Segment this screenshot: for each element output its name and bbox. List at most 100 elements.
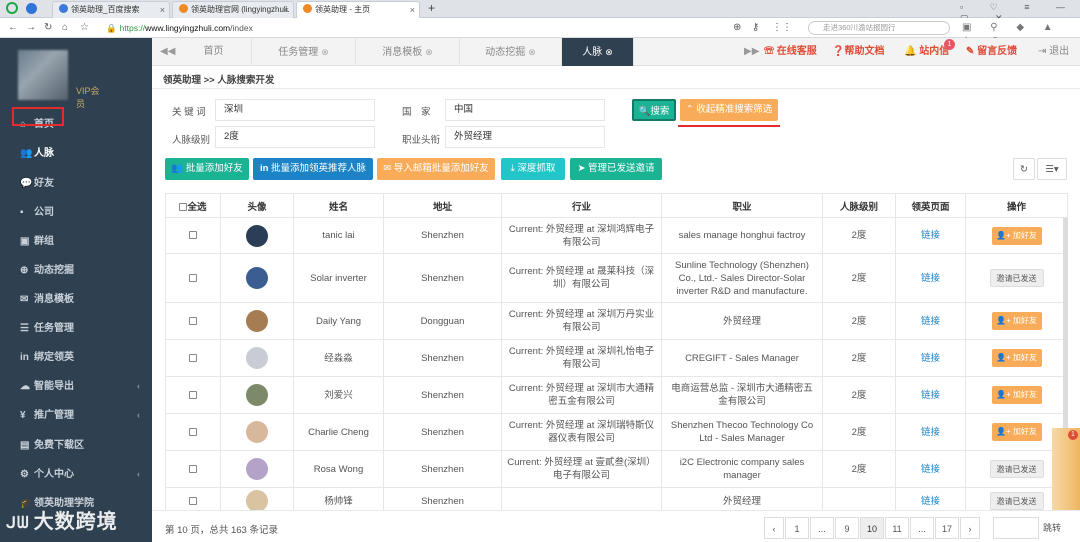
tab-connections[interactable]: 人脉 ⊗: [562, 38, 634, 66]
zoom-icon[interactable]: ⊕: [733, 21, 741, 35]
sidebar-item-12[interactable]: ⚙ 个人中心 ‹: [0, 460, 152, 489]
header-actions[interactable]: 操作: [965, 193, 1068, 218]
sidebar-item-3[interactable]: ▪ 公司: [0, 198, 152, 227]
close-icon[interactable]: ×: [284, 2, 289, 18]
linkedin-link[interactable]: 链接: [895, 253, 966, 303]
header-avatar[interactable]: 头像: [220, 193, 294, 218]
close-icon[interactable]: ⊗: [605, 38, 613, 66]
browser-logo-icon[interactable]: [6, 2, 18, 14]
tab-message-templates[interactable]: 消息模板 ⊗: [356, 38, 460, 66]
key-icon[interactable]: ⚷: [752, 21, 759, 35]
refresh-button[interactable]: ↻: [1013, 158, 1035, 180]
import-email-button[interactable]: ✉ 导入邮箱批量添加好友: [377, 158, 495, 180]
invite-sent-button[interactable]: 邀请已发送: [989, 269, 1044, 287]
header-address[interactable]: 地址: [383, 193, 502, 218]
page-button[interactable]: ...: [910, 517, 934, 539]
feedback-link[interactable]: ✎ 留言反馈: [966, 38, 1017, 66]
star-icon[interactable]: ☆: [80, 21, 89, 35]
online-service-link[interactable]: ☏ 在线客服: [764, 38, 817, 66]
avatar[interactable]: [246, 384, 268, 406]
row-checkbox[interactable]: [189, 231, 197, 240]
avatar[interactable]: [18, 50, 68, 100]
tab-home[interactable]: 首页: [176, 38, 252, 66]
tab-activity-mining[interactable]: 动态挖掘 ⊗: [460, 38, 562, 66]
browser-tab-1[interactable]: 领英助理_百度搜索 ×: [52, 1, 170, 18]
row-checkbox[interactable]: [189, 316, 197, 325]
add-friend-button[interactable]: 👤+ 加好友: [991, 226, 1042, 245]
invite-sent-button[interactable]: 邀请已发送: [989, 492, 1044, 510]
sidebar-item-9[interactable]: ☁ 智能导出 ‹: [0, 372, 152, 401]
sidebar-item-11[interactable]: ▤ 免费下载区: [0, 431, 152, 460]
forward-icon[interactable]: →: [26, 21, 36, 35]
batch-recommend-button[interactable]: in 批量添加领英推荐人脉: [253, 158, 373, 180]
page-button[interactable]: 11: [885, 517, 909, 539]
logout-link[interactable]: ⇥ 退出: [1038, 38, 1069, 66]
tab-task-management[interactable]: 任务管理 ⊗: [252, 38, 356, 66]
invite-sent-button[interactable]: 邀请已发送: [989, 460, 1044, 478]
close-icon[interactable]: ×: [410, 2, 415, 18]
floating-service-widget[interactable]: [1052, 428, 1080, 510]
search-button[interactable]: 🔍搜索: [632, 99, 676, 121]
level-input[interactable]: 2度: [215, 126, 375, 148]
page-button[interactable]: 9: [835, 517, 859, 539]
reload-icon[interactable]: ↻: [44, 21, 52, 35]
row-checkbox[interactable]: [189, 496, 197, 505]
close-icon[interactable]: ⊗: [321, 38, 329, 66]
browser-search-input[interactable]: 走进360川渝站报园行: [808, 21, 950, 35]
select-all-header[interactable]: 全选: [165, 193, 221, 218]
page-button[interactable]: ...: [810, 517, 834, 539]
linkedin-link[interactable]: 链接: [895, 413, 966, 451]
avatar[interactable]: [246, 310, 268, 332]
sidebar-item-1[interactable]: 👥 人脉: [0, 139, 152, 168]
page-button[interactable]: ‹: [764, 517, 784, 539]
sidebar-item-2[interactable]: 💬 好友: [0, 169, 152, 198]
add-friend-button[interactable]: 👤+ 加好友: [991, 423, 1042, 441]
sidebar-item-5[interactable]: ⊕ 动态挖掘: [0, 256, 152, 285]
row-checkbox[interactable]: [189, 390, 197, 399]
columns-toggle-button[interactable]: ☰▾: [1037, 158, 1067, 180]
linkedin-link[interactable]: 链接: [895, 302, 966, 340]
sidebar-item-8[interactable]: in 绑定领英: [0, 343, 152, 372]
close-icon[interactable]: ⊗: [425, 38, 433, 66]
header-level[interactable]: 人脉级别: [822, 193, 896, 218]
avatar[interactable]: [246, 224, 268, 247]
home-browser-icon[interactable]: ⌂: [62, 21, 68, 35]
add-friend-button[interactable]: 👤+ 加好友: [991, 312, 1042, 330]
page-button[interactable]: 17: [935, 517, 959, 539]
title-input[interactable]: 外贸经理: [445, 126, 605, 148]
header-linkedin-page[interactable]: 领英页面: [895, 193, 966, 218]
avatar[interactable]: [246, 490, 268, 512]
avatar[interactable]: [246, 421, 268, 443]
sidebar-item-10[interactable]: ¥ 推广管理 ‹: [0, 401, 152, 430]
back-icon[interactable]: ←: [8, 21, 18, 35]
keyword-input[interactable]: 深圳: [215, 99, 375, 121]
page-button[interactable]: ›: [960, 517, 980, 539]
tabs-next-icon[interactable]: ▶▶: [744, 46, 759, 57]
close-icon[interactable]: ×: [160, 2, 165, 18]
new-tab-button[interactable]: +: [428, 1, 435, 15]
collapse-filter-button[interactable]: ⌃ 收起精准搜索筛选: [680, 99, 778, 121]
help-docs-link[interactable]: ❓帮助文档: [832, 38, 884, 66]
row-checkbox[interactable]: [189, 464, 197, 473]
browser-tab-2[interactable]: 领英助理官网 (lingyingzhuli. ×: [172, 1, 294, 18]
avatar[interactable]: [246, 267, 268, 289]
sidebar-toggle-icon[interactable]: [26, 3, 37, 14]
row-checkbox[interactable]: [189, 353, 197, 362]
linkedin-link[interactable]: 链接: [895, 450, 966, 488]
page-jump-button[interactable]: 跳转: [1039, 517, 1065, 539]
deep-fetch-button[interactable]: ⤓ 深度抓取: [501, 158, 565, 180]
avatar[interactable]: [246, 347, 268, 369]
row-checkbox[interactable]: [189, 427, 197, 436]
sidebar-item-4[interactable]: ▣ 群组: [0, 227, 152, 256]
linkedin-link[interactable]: 链接: [895, 217, 966, 254]
linkedin-link[interactable]: 链接: [895, 376, 966, 414]
sidebar-item-7[interactable]: ☰ 任务管理: [0, 314, 152, 343]
avatar[interactable]: [246, 458, 268, 480]
header-name[interactable]: 姓名: [293, 193, 384, 218]
grid-icon[interactable]: ⋮⋮: [772, 21, 792, 35]
browser-tab-3[interactable]: 领英助理 - 主页 ×: [296, 1, 420, 18]
sidebar-item-6[interactable]: ✉ 消息模板: [0, 285, 152, 314]
batch-add-friends-button[interactable]: 👥 批量添加好友: [165, 158, 249, 180]
close-icon[interactable]: ⊗: [528, 38, 536, 66]
add-friend-button[interactable]: 👤+ 加好友: [991, 386, 1042, 404]
